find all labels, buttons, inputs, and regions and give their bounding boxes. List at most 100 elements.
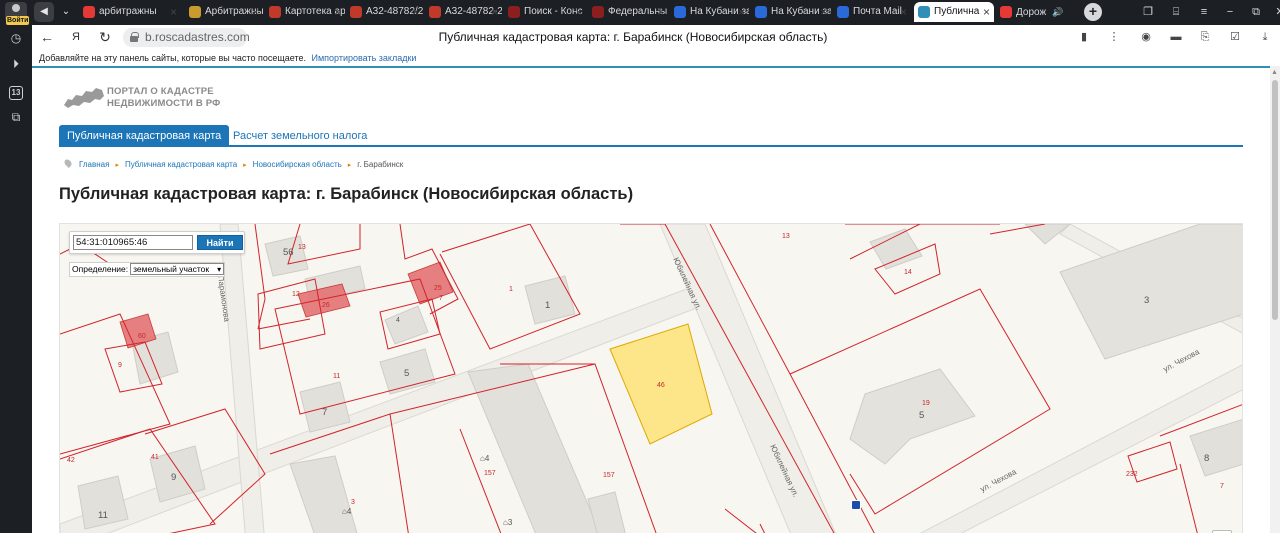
object-type-select[interactable]: земельный участок <box>130 263 225 275</box>
tab-label: Почта Mail <box>853 6 902 17</box>
close-tab-icon[interactable]: × <box>657 2 664 22</box>
close-tab-icon[interactable]: × <box>820 2 827 22</box>
browser-tab[interactable]: Картотека ар × <box>265 2 345 22</box>
breadcrumb-region[interactable]: Новосибирская область <box>253 160 342 169</box>
tab-favicon-icon <box>429 6 441 18</box>
back-icon[interactable]: ← <box>38 28 56 46</box>
cadastral-number-input[interactable] <box>73 235 193 250</box>
breadcrumb-map[interactable]: Публичная кадастровая карта <box>125 160 237 169</box>
parcel-number: 26 <box>322 302 330 309</box>
browser-sidebar: Войти ◷ ⏵ 13 ⧉ <box>0 0 32 533</box>
breadcrumb: Главная ▸ Публичная кадастровая карта ▸ Ново… <box>63 158 404 171</box>
page-title: Публичная кадастровая карта: г. Барабинс… <box>59 185 634 203</box>
close-tab-icon[interactable]: × <box>252 2 259 22</box>
building-number: 11 <box>98 510 108 521</box>
logo-line2: НЕДВИЖИМОСТИ В РФ <box>107 98 221 109</box>
close-tab-icon[interactable]: × <box>1055 2 1062 22</box>
extension-icon[interactable]: ◉ <box>1137 28 1155 46</box>
tab-strip: ◀ ⌄ арбитражны × Арбитражны × Картотека ар × А… <box>32 0 1280 25</box>
calendar-badge: 13 <box>9 86 23 100</box>
extension-icon[interactable]: ▬ <box>1167 28 1185 46</box>
scrollbar-thumb[interactable] <box>1272 80 1278 320</box>
browser-tab[interactable]: А32-48782-2 × <box>425 2 502 22</box>
parcel-number: 232 <box>1126 471 1138 478</box>
extension-icon[interactable]: ☑ <box>1226 28 1244 46</box>
history-icon[interactable]: ◷ <box>7 29 25 47</box>
breadcrumb-separator-icon: ▸ <box>347 162 352 169</box>
reload-icon[interactable]: ↻ <box>96 28 114 46</box>
page-scrollbar[interactable]: ▲ <box>1270 66 1280 533</box>
profile-avatar[interactable]: Войти <box>5 2 30 25</box>
close-tab-icon[interactable]: × <box>900 2 907 22</box>
url-field[interactable]: b.roscadastres.com Публичная кадастровая… <box>123 28 1143 47</box>
building-number: 5 <box>404 368 409 379</box>
site-logo-text[interactable]: ПОРТАЛ О КАДАСТРЕ НЕДВИЖИМОСТИ В РФ <box>107 86 221 110</box>
calendar-icon[interactable]: 13 <box>7 82 25 100</box>
parcel-number: 7 <box>439 295 443 302</box>
browser-tab[interactable]: Почта Mail × <box>833 2 911 22</box>
browser-tab[interactable]: На Кубани за × <box>670 2 749 22</box>
active-tab[interactable]: Публична × <box>914 2 994 22</box>
browser-tab[interactable]: Арбитражны × <box>185 2 263 22</box>
browser-tab[interactable]: Дорож 🔊 × <box>996 2 1066 22</box>
sound-icon[interactable]: ◀ <box>34 2 54 22</box>
tab-land-tax[interactable]: Расчет земельного налога <box>233 125 367 147</box>
page-title-in-address: Публичная кадастровая карта: г. Барабинс… <box>438 30 828 44</box>
find-button[interactable]: Найти <box>197 235 243 250</box>
building-number: 5 <box>919 410 924 421</box>
tab-favicon-icon <box>508 6 520 18</box>
tab-favicon-icon <box>592 6 604 18</box>
extension-icon[interactable]: ⎘ <box>1196 28 1214 46</box>
new-tab-button[interactable]: + <box>1084 3 1102 21</box>
minimize-icon[interactable]: − <box>1220 2 1240 22</box>
definition-label: Определение: <box>72 264 129 274</box>
breadcrumb-current: г. Барабинск <box>357 160 404 169</box>
parcel-number: 157 <box>484 470 496 477</box>
restore-icon[interactable]: ⧉ <box>1246 2 1266 22</box>
map-canvas[interactable]: Юбилейная ул. Юбилейная ул. ул. Чехова у… <box>60 224 1243 533</box>
tabs-menu-chevron-icon[interactable]: ⌄ <box>56 2 76 22</box>
parcel-number: 12 <box>292 291 300 298</box>
bookmarks-icon[interactable]: ⌸ <box>1166 2 1186 22</box>
house-icon: ⌂4 <box>480 454 490 463</box>
house-icon: ⌂3 <box>503 518 513 527</box>
breadcrumb-home[interactable]: Главная <box>79 160 109 169</box>
browser-tab[interactable]: Поиск - Конс × <box>504 2 586 22</box>
tab-favicon-icon <box>1000 6 1012 18</box>
scroll-up-icon[interactable]: ▲ <box>1271 69 1278 76</box>
parcel-number: 9 <box>118 362 122 369</box>
browser-tab[interactable]: Федеральны × <box>588 2 668 22</box>
parcel-number: 41 <box>151 454 159 461</box>
bus-stop-icon[interactable] <box>851 500 861 510</box>
close-tab-icon[interactable]: × <box>170 2 177 22</box>
import-bookmarks-link[interactable]: Импортировать закладки <box>312 53 417 63</box>
tabs-collection-icon[interactable]: ❐ <box>1138 2 1158 22</box>
close-tab-icon[interactable]: × <box>412 2 419 22</box>
close-tab-icon[interactable]: × <box>575 2 582 22</box>
close-tab-icon[interactable]: × <box>491 2 498 22</box>
cadastral-search: Найти <box>69 231 245 254</box>
close-tab-icon[interactable]: × <box>738 2 745 22</box>
user-icon <box>12 4 20 12</box>
login-label[interactable]: Войти <box>6 16 30 25</box>
close-window-icon[interactable]: ✕ <box>1270 2 1280 22</box>
yandex-icon[interactable]: Я <box>67 28 85 46</box>
video-icon[interactable]: ⏵ <box>7 55 25 73</box>
tab-favicon-icon <box>755 6 767 18</box>
browser-tab[interactable]: арбитражны × <box>79 2 181 22</box>
bookmarks-bar: Добавляйте на эту панель сайты, которые … <box>32 50 1280 67</box>
browser-tab[interactable]: На Кубани за × <box>751 2 831 22</box>
screenshot-icon[interactable]: ⧉ <box>7 108 25 126</box>
parcel-number: 25 <box>434 285 442 292</box>
close-tab-icon[interactable]: × <box>334 2 341 22</box>
downloads-icon[interactable]: ⤓ <box>1256 28 1274 46</box>
bookmark-icon[interactable]: ▮ <box>1075 28 1093 46</box>
tab-cadastral-map[interactable]: Публичная кадастровая карта <box>59 125 230 147</box>
more-icon[interactable]: ⋮ <box>1105 28 1123 46</box>
tab-favicon-icon <box>83 6 95 18</box>
logo-line1: ПОРТАЛ О КАДАСТРЕ <box>107 86 214 97</box>
menu-icon[interactable]: ≡ <box>1194 2 1214 22</box>
browser-tab[interactable]: А32-48782/2 × <box>346 2 423 22</box>
close-tab-icon[interactable]: × <box>983 2 990 22</box>
cadastral-map[interactable]: Юбилейная ул. Юбилейная ул. ул. Чехова у… <box>59 223 1243 533</box>
